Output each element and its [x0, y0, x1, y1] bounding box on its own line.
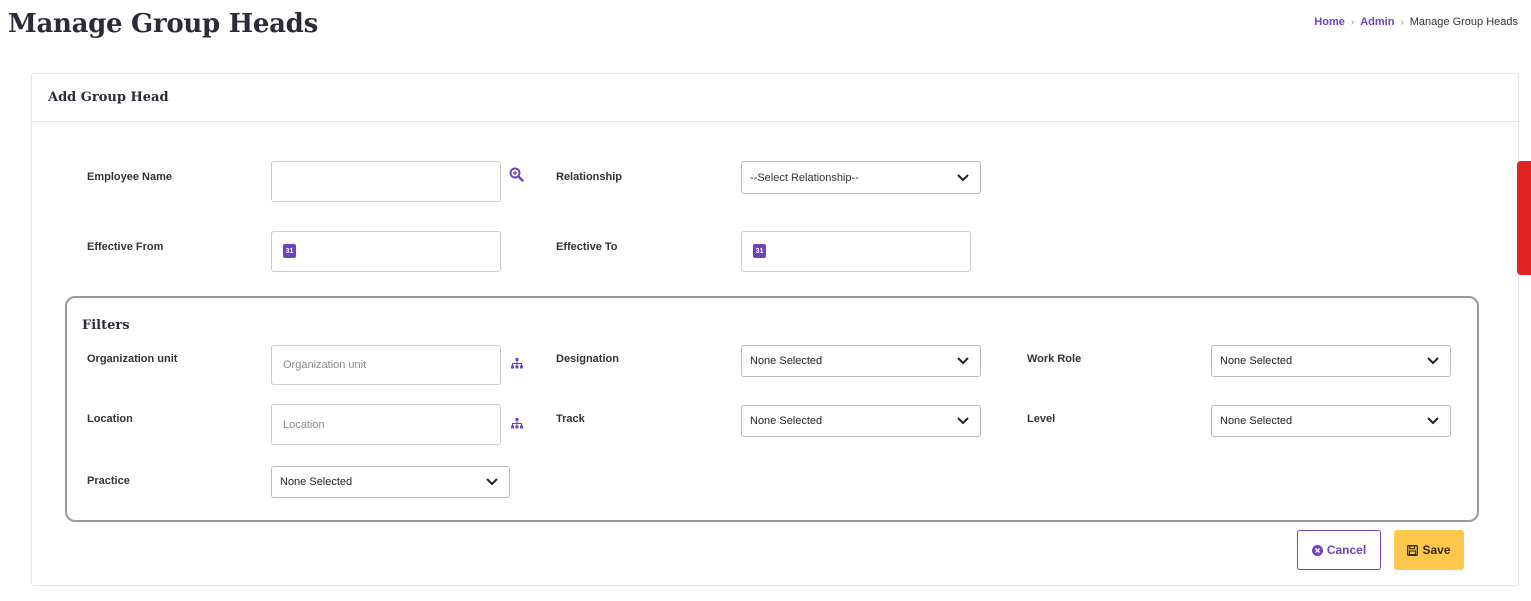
- level-label: Level: [1027, 413, 1056, 425]
- breadcrumb-home[interactable]: Home: [1314, 16, 1345, 28]
- level-select[interactable]: None Selected: [1211, 405, 1451, 437]
- filters-panel: Filters Organization unit Organization u…: [65, 296, 1479, 522]
- location-input[interactable]: Location: [271, 404, 501, 445]
- chevron-down-icon: [957, 173, 969, 181]
- chevron-down-icon: [486, 478, 498, 486]
- calendar-icon[interactable]: 31: [753, 244, 766, 258]
- track-label: Track: [556, 413, 585, 425]
- filters-title: Filters: [82, 318, 130, 333]
- designation-select[interactable]: None Selected: [741, 345, 981, 377]
- calendar-icon[interactable]: 31: [283, 244, 296, 258]
- org-unit-input[interactable]: Organization unit: [271, 345, 501, 385]
- breadcrumb: Home › Admin › Manage Group Heads: [1314, 16, 1518, 28]
- org-unit-label: Organization unit: [87, 353, 178, 365]
- location-label: Location: [87, 413, 133, 425]
- save-label: Save: [1422, 543, 1451, 557]
- effective-from-label: Effective From: [87, 241, 164, 253]
- breadcrumb-separator-icon: ›: [1400, 16, 1404, 28]
- times-circle-icon: [1311, 544, 1323, 556]
- designation-label: Designation: [556, 353, 619, 365]
- card-title: Add Group Head: [48, 90, 169, 105]
- practice-label: Practice: [87, 475, 130, 487]
- breadcrumb-separator-icon: ›: [1350, 16, 1355, 28]
- breadcrumb-admin[interactable]: Admin: [1360, 16, 1394, 28]
- add-group-head-card: Add Group Head Employee Name Relationshi…: [31, 73, 1519, 586]
- relationship-select[interactable]: --Select Relationship--: [741, 161, 981, 194]
- floppy-disk-icon: [1407, 544, 1419, 556]
- chevron-down-icon: [957, 417, 969, 425]
- page-title: Manage Group Heads: [8, 9, 318, 39]
- card-header: Add Group Head: [32, 74, 1518, 122]
- employee-name-input[interactable]: [271, 161, 501, 202]
- effective-to-input[interactable]: 31: [741, 231, 971, 272]
- employee-name-label: Employee Name: [87, 171, 172, 183]
- breadcrumb-current: Manage Group Heads: [1409, 16, 1518, 28]
- track-select[interactable]: None Selected: [741, 405, 981, 437]
- practice-select[interactable]: None Selected: [271, 466, 510, 498]
- save-button[interactable]: Save: [1394, 530, 1464, 570]
- effective-from-input[interactable]: 31: [271, 231, 501, 272]
- cancel-label: Cancel: [1326, 543, 1367, 557]
- feedback-side-tab[interactable]: [1517, 161, 1531, 275]
- effective-to-label: Effective To: [556, 241, 618, 253]
- search-icon[interactable]: [509, 167, 524, 182]
- work-role-select[interactable]: None Selected: [1211, 345, 1451, 377]
- sitemap-icon[interactable]: [511, 358, 523, 369]
- chevron-down-icon: [957, 357, 969, 365]
- chevron-down-icon: [1427, 357, 1439, 365]
- cancel-button[interactable]: Cancel: [1297, 530, 1381, 570]
- relationship-label: Relationship: [556, 171, 623, 183]
- work-role-label: Work Role: [1027, 353, 1082, 365]
- chevron-down-icon: [1427, 417, 1439, 425]
- sitemap-icon[interactable]: [511, 418, 523, 429]
